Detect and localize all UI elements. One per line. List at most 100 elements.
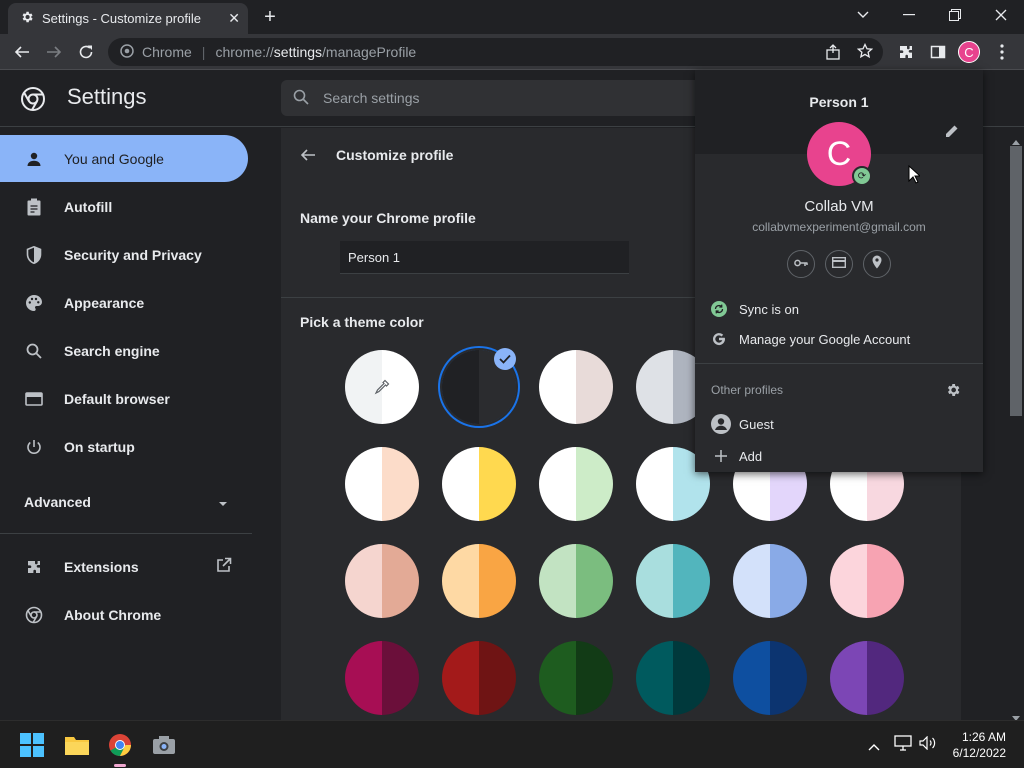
- location-pin-icon: [872, 255, 882, 274]
- search-placeholder: Search settings: [323, 90, 420, 106]
- manage-google-account-row[interactable]: Manage your Google Account: [695, 324, 983, 354]
- profile-avatar-button[interactable]: C: [958, 41, 980, 63]
- theme-color-swatch[interactable]: [539, 447, 613, 521]
- search-settings-input[interactable]: Search settings: [281, 80, 701, 116]
- back-arrow-icon[interactable]: [300, 147, 316, 168]
- profile-name-input[interactable]: [340, 241, 629, 274]
- sidebar-item-autofill[interactable]: Autofill: [0, 183, 248, 230]
- sidebar-item-extensions[interactable]: Extensions: [0, 543, 248, 590]
- theme-color-swatch[interactable]: [830, 641, 904, 715]
- person-icon: [24, 149, 44, 169]
- taskbar-clock[interactable]: 1:26 AM 6/12/2022: [953, 729, 1006, 761]
- sidebar-item-about-chrome[interactable]: About Chrome: [0, 591, 248, 638]
- back-button[interactable]: [8, 38, 36, 66]
- sidebar-divider: [0, 533, 252, 534]
- forward-button[interactable]: [40, 38, 68, 66]
- edit-pencil-icon[interactable]: [945, 124, 959, 143]
- close-icon[interactable]: [978, 0, 1024, 30]
- sidebar-item-label: You and Google: [64, 150, 164, 167]
- power-icon: [24, 437, 44, 457]
- search-icon: [24, 341, 44, 361]
- payment-card-button[interactable]: [825, 250, 853, 278]
- passwords-key-button[interactable]: [787, 250, 815, 278]
- settings-sidebar: You and Google Autofill Security and Pri…: [0, 128, 260, 720]
- show-hidden-icons-chevron-icon[interactable]: [868, 738, 880, 756]
- theme-color-swatch[interactable]: [442, 447, 516, 521]
- theme-color-swatch[interactable]: [442, 544, 516, 618]
- sidebar-item-advanced[interactable]: Advanced: [0, 478, 248, 525]
- sidebar-item-default-browser[interactable]: Default browser: [0, 375, 248, 422]
- minimize-icon[interactable]: [886, 0, 932, 30]
- add-profile-label: Add: [739, 448, 763, 464]
- theme-color-swatch[interactable]: [830, 544, 904, 618]
- bookmark-star-icon[interactable]: [856, 42, 874, 62]
- sidebar-item-label: Security and Privacy: [64, 246, 202, 263]
- chrome-icon: [120, 43, 134, 61]
- sidebar-item-security[interactable]: Security and Privacy: [0, 231, 248, 278]
- chevron-down-icon[interactable]: [840, 0, 886, 30]
- chrome-taskbar-icon[interactable]: [104, 729, 136, 761]
- theme-color-swatch[interactable]: [442, 641, 516, 715]
- camera-app-icon[interactable]: [148, 729, 180, 761]
- plus-icon: [711, 448, 731, 464]
- new-tab-button[interactable]: +: [258, 5, 282, 29]
- network-icon[interactable]: [894, 735, 912, 756]
- guest-avatar-icon: [711, 414, 731, 434]
- theme-color-swatch[interactable]: [539, 350, 613, 424]
- sidebar-item-appearance[interactable]: Appearance: [0, 279, 248, 326]
- theme-color-swatch[interactable]: [733, 641, 807, 715]
- extensions-puzzle-icon[interactable]: [892, 38, 920, 66]
- sidebar-item-label: Appearance: [64, 294, 145, 311]
- title-bar: Settings - Customize profile ✕ +: [0, 0, 1024, 34]
- addresses-button[interactable]: [863, 250, 891, 278]
- puzzle-icon: [24, 557, 44, 577]
- menu-kebab-icon[interactable]: [988, 38, 1016, 66]
- palette-icon: [24, 293, 44, 313]
- popup-divider: [695, 363, 983, 364]
- tab-settings[interactable]: Settings - Customize profile ✕: [8, 3, 248, 34]
- restore-icon[interactable]: [932, 0, 978, 30]
- sidebar-item-on-startup[interactable]: On startup: [0, 423, 248, 470]
- theme-color-swatch[interactable]: [345, 544, 419, 618]
- sync-status-label: Sync is on: [739, 301, 799, 317]
- file-explorer-icon[interactable]: [61, 729, 93, 761]
- profile-menu-popup: Person 1 C ⟳ Collab VM collabvmexperimen…: [695, 70, 983, 472]
- theme-color-swatch[interactable]: [636, 641, 710, 715]
- sidebar-item-label: Default browser: [64, 390, 170, 407]
- gear-icon: [20, 10, 34, 27]
- omnibox-separator: |: [201, 44, 206, 60]
- address-bar[interactable]: Chrome | chrome://settings/manageProfile: [108, 38, 883, 66]
- account-email: collabvmexperiment@gmail.com: [752, 220, 926, 234]
- sidebar-item-you-and-google[interactable]: You and Google: [0, 135, 248, 182]
- theme-color-swatch[interactable]: [345, 641, 419, 715]
- manage-profiles-gear-icon[interactable]: [945, 382, 961, 403]
- scrollbar-thumb[interactable]: [1010, 146, 1022, 416]
- tab-close-icon[interactable]: ✕: [228, 10, 240, 27]
- theme-color-swatch[interactable]: [539, 641, 613, 715]
- reload-button[interactable]: [72, 38, 100, 66]
- theme-color-swatch[interactable]: [733, 544, 807, 618]
- sidebar-item-label: Search engine: [64, 342, 160, 359]
- volume-icon[interactable]: [919, 735, 937, 755]
- windows-start-icon[interactable]: [16, 729, 48, 761]
- theme-color-swatch[interactable]: [539, 544, 613, 618]
- browser-icon: [24, 389, 44, 409]
- search-icon: [293, 89, 309, 108]
- url-prefix: chrome://: [215, 44, 274, 60]
- share-icon[interactable]: [825, 44, 841, 63]
- sync-status-row[interactable]: Sync is on: [695, 294, 983, 324]
- sidebar-item-label: About Chrome: [64, 606, 162, 623]
- add-profile-row[interactable]: Add: [695, 441, 983, 471]
- key-icon: [794, 255, 808, 273]
- page-scrollbar[interactable]: [1008, 128, 1024, 721]
- sync-icon: [711, 301, 727, 317]
- google-g-icon: [711, 331, 727, 347]
- theme-color-swatch[interactable]: [345, 447, 419, 521]
- active-app-indicator: [114, 764, 126, 767]
- guest-profile-row[interactable]: Guest: [695, 409, 983, 439]
- theme-color-swatch[interactable]: [636, 544, 710, 618]
- popup-person-name: Person 1: [809, 94, 869, 110]
- side-panel-icon[interactable]: [924, 38, 952, 66]
- shield-icon: [24, 245, 44, 265]
- sidebar-item-search-engine[interactable]: Search engine: [0, 327, 248, 374]
